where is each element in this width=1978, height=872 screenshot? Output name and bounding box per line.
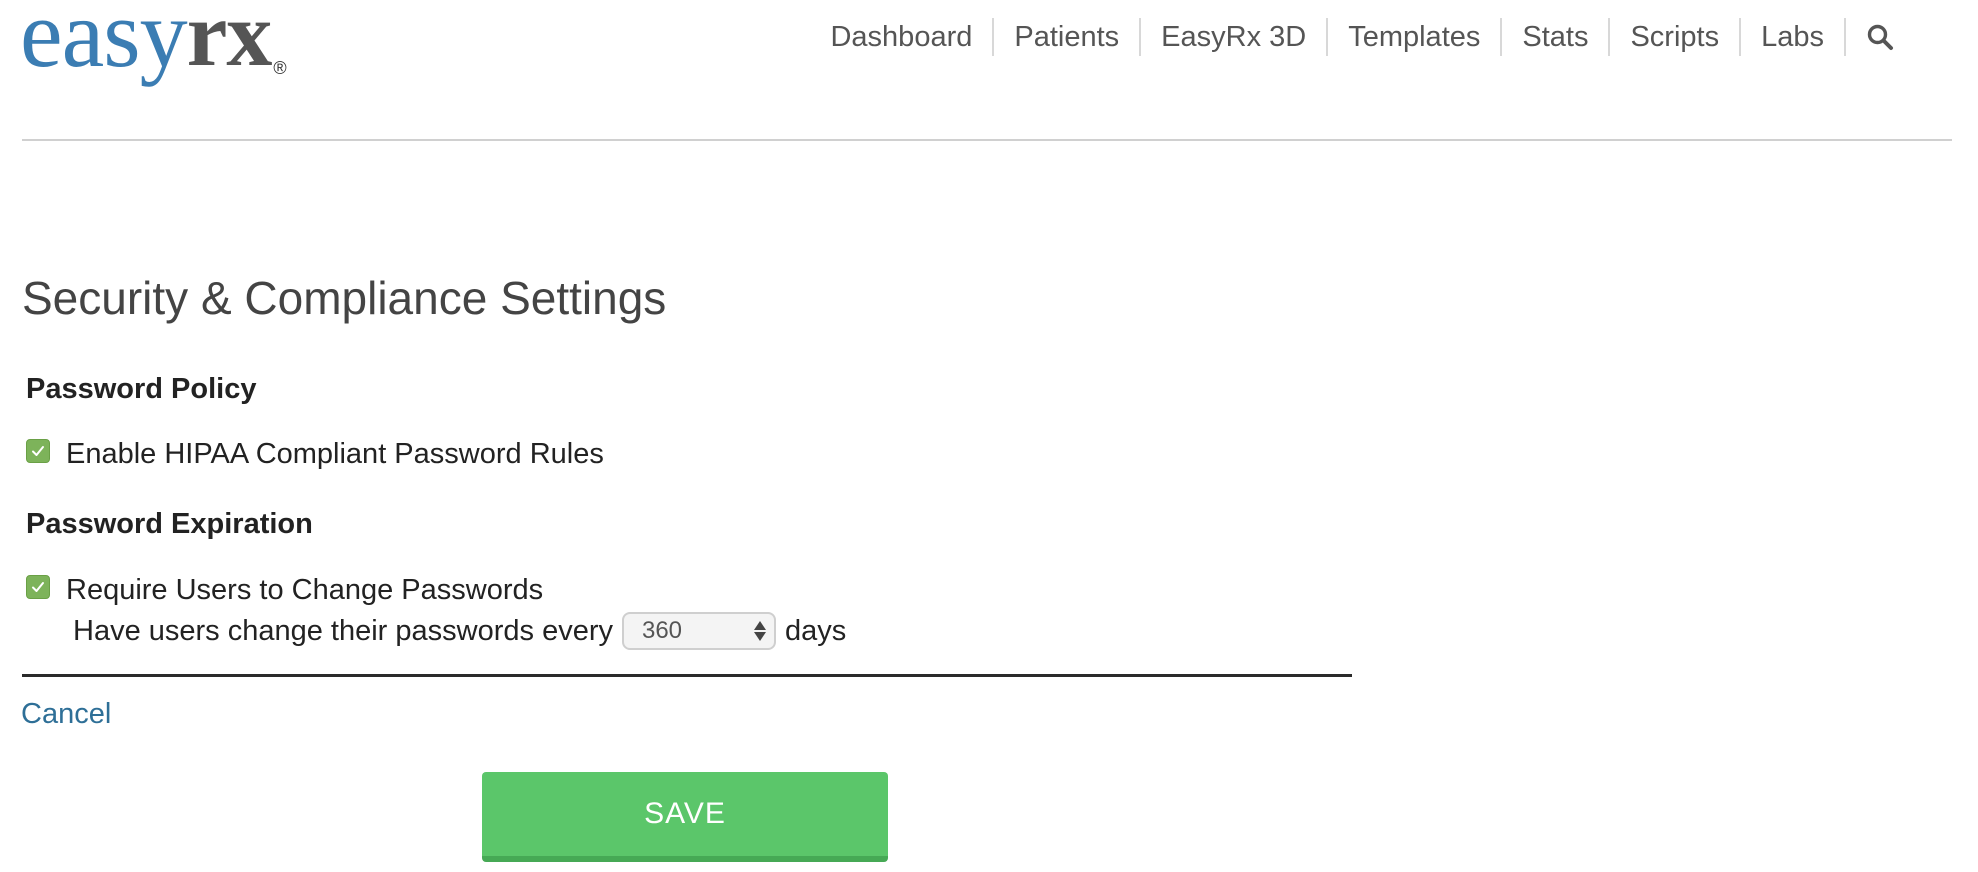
nav-item-patients[interactable]: Patients: [992, 18, 1139, 56]
search-icon: [1867, 24, 1893, 50]
checkmark-icon: [32, 446, 44, 456]
nav-item-labs[interactable]: Labs: [1739, 18, 1844, 56]
easyrx-logo[interactable]: easy rx ®: [20, 0, 287, 96]
expiration-interval-row: Have users change their passwords every …: [73, 611, 846, 651]
hipaa-rules-checkbox[interactable]: [26, 439, 50, 463]
require-change-checkbox[interactable]: [26, 575, 50, 599]
cancel-link[interactable]: Cancel: [21, 696, 111, 732]
expiration-prefix-text: Have users change their passwords every: [73, 614, 613, 647]
hipaa-rules-option: Enable HIPAA Compliant Password Rules: [26, 436, 604, 472]
logo-easy-text: easy: [20, 0, 188, 87]
page-title: Security & Compliance Settings: [22, 272, 667, 324]
expiration-days-value[interactable]: 360: [642, 617, 682, 645]
logo-rx-text: rx: [186, 0, 273, 85]
nav-item-scripts[interactable]: Scripts: [1608, 18, 1739, 56]
hipaa-rules-label[interactable]: Enable HIPAA Compliant Password Rules: [66, 438, 604, 471]
require-change-label[interactable]: Require Users to Change Passwords: [66, 574, 543, 607]
password-expiration-heading: Password Expiration: [26, 508, 313, 540]
password-policy-heading: Password Policy: [26, 373, 257, 405]
chevron-up-icon[interactable]: [753, 621, 766, 630]
stepper-arrows[interactable]: [753, 616, 766, 646]
checkmark-icon: [32, 582, 44, 592]
header-divider: [22, 139, 1952, 141]
form-divider: [22, 674, 1352, 677]
require-change-option: Require Users to Change Passwords: [26, 572, 543, 608]
nav-item-dashboard[interactable]: Dashboard: [810, 18, 992, 56]
nav-search-button[interactable]: [1844, 18, 1912, 56]
chevron-down-icon[interactable]: [753, 632, 766, 641]
nav-item-templates[interactable]: Templates: [1326, 18, 1500, 56]
registered-mark: ®: [273, 58, 287, 78]
page: easy rx ® Dashboard Patients EasyRx 3D T…: [0, 0, 1978, 872]
nav-item-easyrx-3d[interactable]: EasyRx 3D: [1139, 18, 1326, 56]
expiration-days-stepper[interactable]: 360: [621, 612, 776, 650]
save-button[interactable]: SAVE: [482, 772, 888, 862]
top-nav: Dashboard Patients EasyRx 3D Templates S…: [810, 18, 1912, 56]
expiration-suffix-text: days: [784, 614, 847, 647]
nav-item-stats[interactable]: Stats: [1500, 18, 1608, 56]
